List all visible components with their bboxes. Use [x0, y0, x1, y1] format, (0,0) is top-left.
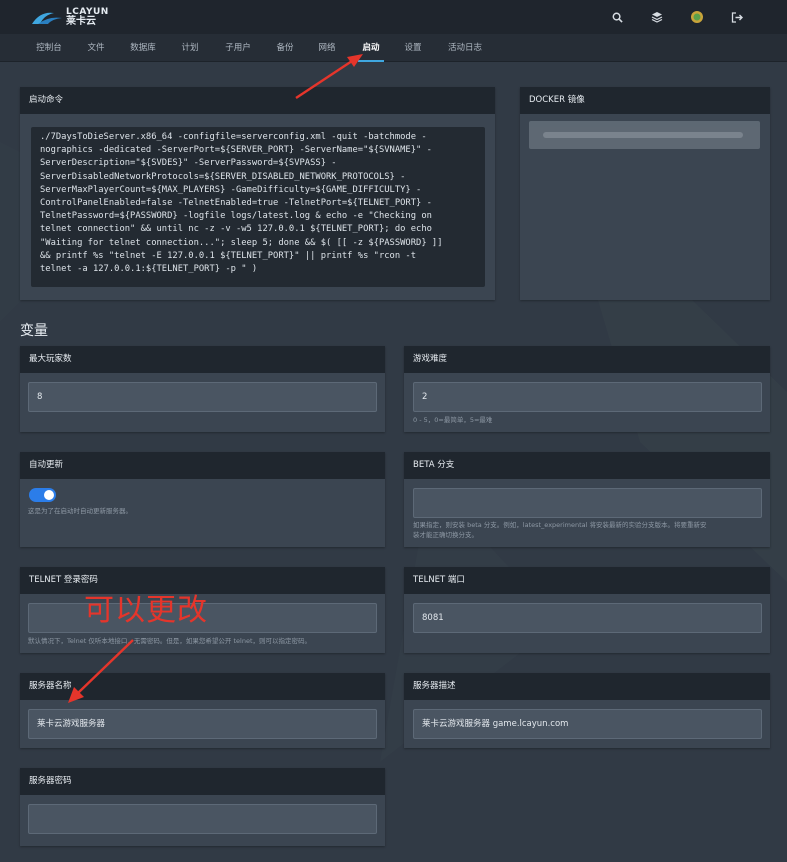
card-title: 服务器描述 [404, 673, 770, 700]
card-title: DOCKER 镜像 [520, 87, 770, 114]
difficulty-input[interactable]: 2 [413, 382, 762, 412]
tab-activity-log[interactable]: 活动日志 [445, 34, 485, 62]
tab-users[interactable]: 子用户 [222, 34, 254, 62]
beta-branch-help-line1: 如果指定，则安装 beta 分支。例如，latest_experimental … [413, 521, 707, 529]
tab-backups[interactable]: 备份 [274, 34, 296, 62]
card-title: 启动命令 [20, 87, 495, 114]
user-avatar-button[interactable] [677, 0, 717, 34]
tab-settings[interactable]: 设置 [402, 34, 424, 62]
variable-card-difficulty: 游戏难度 2 0 - 5，0=最简单，5=最难 [404, 346, 770, 432]
telnet-port-input[interactable]: 8081 [413, 603, 762, 633]
variable-card-telnet-port: TELNET 端口 8081 [404, 567, 770, 653]
docker-image-select[interactable] [529, 121, 760, 149]
max-players-input[interactable]: 8 [28, 382, 377, 412]
beta-branch-input[interactable] [413, 488, 762, 518]
docker-image-card: DOCKER 镜像 [520, 87, 770, 300]
variables-heading: 变量 [20, 323, 48, 339]
server-password-input[interactable] [28, 804, 377, 834]
tab-network[interactable]: 网络 [316, 34, 338, 62]
variable-card-beta-branch: BETA 分支 如果指定，则安装 beta 分支。例如，latest_exper… [404, 452, 770, 547]
difficulty-help: 0 - 5，0=最简单，5=最难 [413, 416, 493, 424]
brand-name-cn: 莱卡云 [66, 16, 96, 27]
logout-button[interactable] [717, 0, 757, 34]
telnet-password-help: 默认情况下，Telnet 仅听本地接口，无需密码。但是，如果您希望公开 teln… [28, 637, 311, 645]
variable-card-server-name: 服务器名称 莱卡云游戏服务器 [20, 673, 385, 748]
startup-command-card: 启动命令 ./7DaysToDieServer.x86_64 -configfi… [20, 87, 495, 300]
card-title: TELNET 端口 [404, 567, 770, 594]
card-title: 最大玩家数 [20, 346, 385, 373]
server-name-input[interactable]: 莱卡云游戏服务器 [28, 709, 377, 739]
variable-card-server-description: 服务器描述 莱卡云游戏服务器 game.lcayun.com [404, 673, 770, 748]
auto-update-toggle[interactable] [29, 488, 56, 502]
search-icon [612, 12, 623, 23]
card-title: 自动更新 [20, 452, 385, 479]
server-description-input[interactable]: 莱卡云游戏服务器 game.lcayun.com [413, 709, 762, 739]
card-title: 服务器名称 [20, 673, 385, 700]
tab-schedules[interactable]: 计划 [179, 34, 201, 62]
search-button[interactable] [597, 0, 637, 34]
tab-startup[interactable]: 启动 [358, 34, 384, 62]
annotation-text: 可以更改 [84, 593, 208, 628]
beta-branch-help-line2: 装才能正确切换分支。 [413, 531, 478, 539]
variable-card-server-password: 服务器密码 [20, 768, 385, 846]
variable-card-auto-update: 自动更新 这是为了在启动时自动更新服务器。 [20, 452, 385, 547]
top-bar: LCAYUN 莱卡云 [0, 0, 787, 34]
card-title: 服务器密码 [20, 768, 385, 795]
card-title: BETA 分支 [404, 452, 770, 479]
auto-update-help: 这是为了在启动时自动更新服务器。 [28, 507, 132, 515]
logout-icon [731, 11, 743, 23]
tab-files[interactable]: 文件 [85, 34, 107, 62]
variable-card-max-players: 最大玩家数 8 [20, 346, 385, 432]
avatar [691, 11, 703, 23]
sub-navigation: 控制台 文件 数据库 计划 子用户 备份 网络 启动 设置 活动日志 [0, 34, 787, 62]
tab-databases[interactable]: 数据库 [127, 34, 159, 62]
startup-command-text: ./7DaysToDieServer.x86_64 -configfile=se… [31, 127, 485, 287]
layers-icon [651, 12, 663, 23]
logo-icon [32, 12, 62, 24]
card-title: 游戏难度 [404, 346, 770, 373]
brand-logo[interactable]: LCAYUN 莱卡云 [30, 6, 109, 28]
layers-button[interactable] [637, 0, 677, 34]
tab-console[interactable]: 控制台 [34, 34, 64, 62]
